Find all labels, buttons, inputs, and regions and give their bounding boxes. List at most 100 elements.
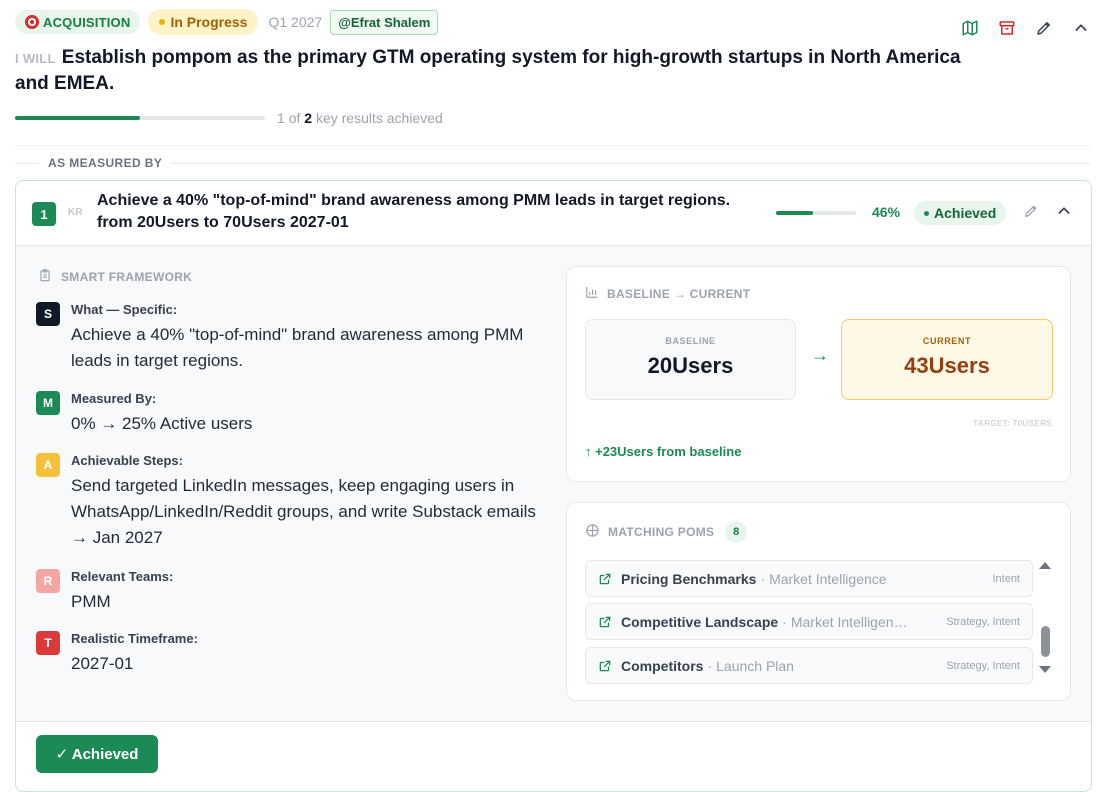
smart-value: Send targeted LinkedIn messages, keep en… xyxy=(71,476,536,547)
map-icon[interactable] xyxy=(960,18,980,38)
smart-value: PMM xyxy=(71,592,111,611)
pom-separator: · xyxy=(760,570,766,587)
poms-count-badge: 8 xyxy=(725,521,748,543)
key-result-progress-bar xyxy=(776,211,856,215)
edit-icon[interactable] xyxy=(1034,18,1054,38)
section-label: AS MEASURED BY xyxy=(15,156,1091,170)
key-result-card: 1 KR Achieve a 40% "top-of-mind" brand a… xyxy=(15,180,1092,792)
target-icon xyxy=(25,15,39,29)
pom-name: Competitive Landscape xyxy=(621,613,779,630)
baseline-value: 20Users xyxy=(647,353,734,378)
pom-tags: Strategy, Intent xyxy=(946,615,1020,628)
pom-tags: Strategy, Intent xyxy=(946,659,1020,672)
bar-chart-icon xyxy=(585,285,599,302)
status-pill[interactable]: In Progress xyxy=(148,9,259,35)
quarter-label: Q1 2027 xyxy=(268,14,323,30)
key-result-status-badge: Achieved xyxy=(914,201,1007,225)
progress-suffix: key results achieved xyxy=(315,110,443,126)
key-result-progress-fill xyxy=(776,211,813,215)
category-pill[interactable]: ACQUISITION xyxy=(15,10,141,34)
smart-heading-text: SMART FRAMEWORK xyxy=(61,270,193,284)
scroll-down-icon[interactable] xyxy=(1039,666,1051,673)
smart-letter: A xyxy=(36,453,60,477)
pom-separator: · xyxy=(782,613,787,630)
smart-letter: T xyxy=(36,631,60,655)
pom-source: Market Intelligence xyxy=(769,570,887,587)
progress-of: of xyxy=(288,110,301,126)
objective-actions xyxy=(960,18,1091,38)
objective-progress: 1 of 2 key results achieved xyxy=(15,110,443,126)
delta-from-baseline: ↑ +23Users from baseline xyxy=(585,444,742,459)
external-link-icon xyxy=(598,615,612,629)
scroll-thumb[interactable] xyxy=(1041,626,1050,657)
baseline-panel-heading: BASELINE → CURRENT xyxy=(585,285,750,302)
poms-panel-heading: MATCHING POMS 8 xyxy=(585,521,748,543)
status-dot-icon xyxy=(159,19,166,25)
smart-label: Achievable Steps: xyxy=(71,453,183,468)
smart-label: What — Specific: xyxy=(71,302,178,317)
progress-total: 2 xyxy=(304,110,313,126)
category-label: ACQUISITION xyxy=(43,14,131,30)
globe-icon xyxy=(585,523,600,541)
baseline-label: BASELINE xyxy=(665,336,716,346)
pom-source: Market Intelligen… xyxy=(790,613,908,630)
status-label: In Progress xyxy=(170,14,248,30)
poms-list: Pricing Benchmarks · Market Intelligence… xyxy=(585,560,1035,684)
pom-separator: · xyxy=(707,657,713,674)
pom-name: Pricing Benchmarks xyxy=(621,570,757,587)
external-link-icon xyxy=(598,572,612,586)
baseline-panel: BASELINE → CURRENT BASELINE 20Users → CU… xyxy=(566,266,1071,482)
archive-icon[interactable] xyxy=(997,18,1017,38)
key-result-footer: ✓ Achieved xyxy=(16,721,1091,791)
smart-framework-heading: SMART FRAMEWORK xyxy=(38,268,192,286)
poms-scrollbar[interactable] xyxy=(1039,560,1051,678)
smart-letter: M xyxy=(36,391,60,415)
smart-label: Measured By: xyxy=(71,391,157,406)
divider xyxy=(15,145,1091,146)
objective-progress-text: 1 of 2 key results achieved xyxy=(277,110,443,126)
key-result-header[interactable]: 1 KR Achieve a 40% "top-of-mind" brand a… xyxy=(16,181,1091,246)
achieved-button[interactable]: ✓ Achieved xyxy=(36,735,158,773)
objective-header: ACQUISITION In Progress Q1 2027 @Efrat S… xyxy=(15,9,439,35)
section-label-text: AS MEASURED BY xyxy=(48,156,163,170)
objective-title-block: I WILL Establish pompom as the primary GT… xyxy=(15,45,975,97)
current-box: CURRENT 43Users xyxy=(841,319,1053,400)
external-link-icon xyxy=(598,659,612,673)
matching-poms-panel: MATCHING POMS 8 Pricing Benchmarks · Mar… xyxy=(566,502,1071,701)
pom-item[interactable]: Competitors · Launch Plan Strategy, Inte… xyxy=(585,647,1033,684)
poms-heading-text: MATCHING POMS xyxy=(608,525,715,539)
scroll-up-icon[interactable] xyxy=(1039,562,1051,569)
pom-tags: Intent xyxy=(992,572,1020,585)
objective-progress-fill xyxy=(15,116,140,120)
arrow-right-icon: → xyxy=(811,345,829,365)
smart-value: Achieve a 40% "top-of-mind" brand awaren… xyxy=(71,325,524,370)
progress-achieved: 1 xyxy=(277,110,285,126)
key-result-percent: 46% xyxy=(872,204,901,220)
key-result-title: Achieve a 40% "top-of-mind" brand awaren… xyxy=(97,192,731,231)
status-dot-icon xyxy=(924,210,929,216)
smart-label: Realistic Timeframe: xyxy=(71,631,198,646)
pom-item[interactable]: Pricing Benchmarks · Market Intelligence… xyxy=(585,560,1033,597)
smart-letter: R xyxy=(36,569,60,593)
objective-prefix: I WILL xyxy=(15,51,56,66)
smart-value: 0% → 25% Active users xyxy=(71,414,253,433)
baseline-box: BASELINE 20Users xyxy=(585,319,796,400)
objective-progress-bar xyxy=(15,116,265,120)
edit-icon[interactable] xyxy=(1023,203,1039,224)
current-value: 43Users xyxy=(904,353,990,378)
pom-name: Competitors xyxy=(621,657,704,674)
key-result-body: SMART FRAMEWORK S What — Specific: Achie… xyxy=(16,246,1091,721)
key-result-status: Achieved xyxy=(934,205,997,221)
target-note: TARGET: 70USERS xyxy=(973,419,1052,428)
chevron-up-icon[interactable] xyxy=(1056,203,1072,224)
key-result-number: 1 xyxy=(32,202,56,226)
smart-label: Relevant Teams: xyxy=(71,569,174,584)
smart-value: 2027-01 xyxy=(71,654,134,673)
pom-source: Launch Plan xyxy=(716,657,794,674)
baseline-heading-text: BASELINE → CURRENT xyxy=(607,286,751,301)
owner-tag[interactable]: @Efrat Shalem xyxy=(330,9,439,35)
smart-letter: S xyxy=(36,302,60,326)
chevron-up-icon[interactable] xyxy=(1071,18,1091,38)
pom-item[interactable]: Competitive Landscape · Market Intellige… xyxy=(585,603,1033,640)
current-label: CURRENT xyxy=(922,336,972,346)
